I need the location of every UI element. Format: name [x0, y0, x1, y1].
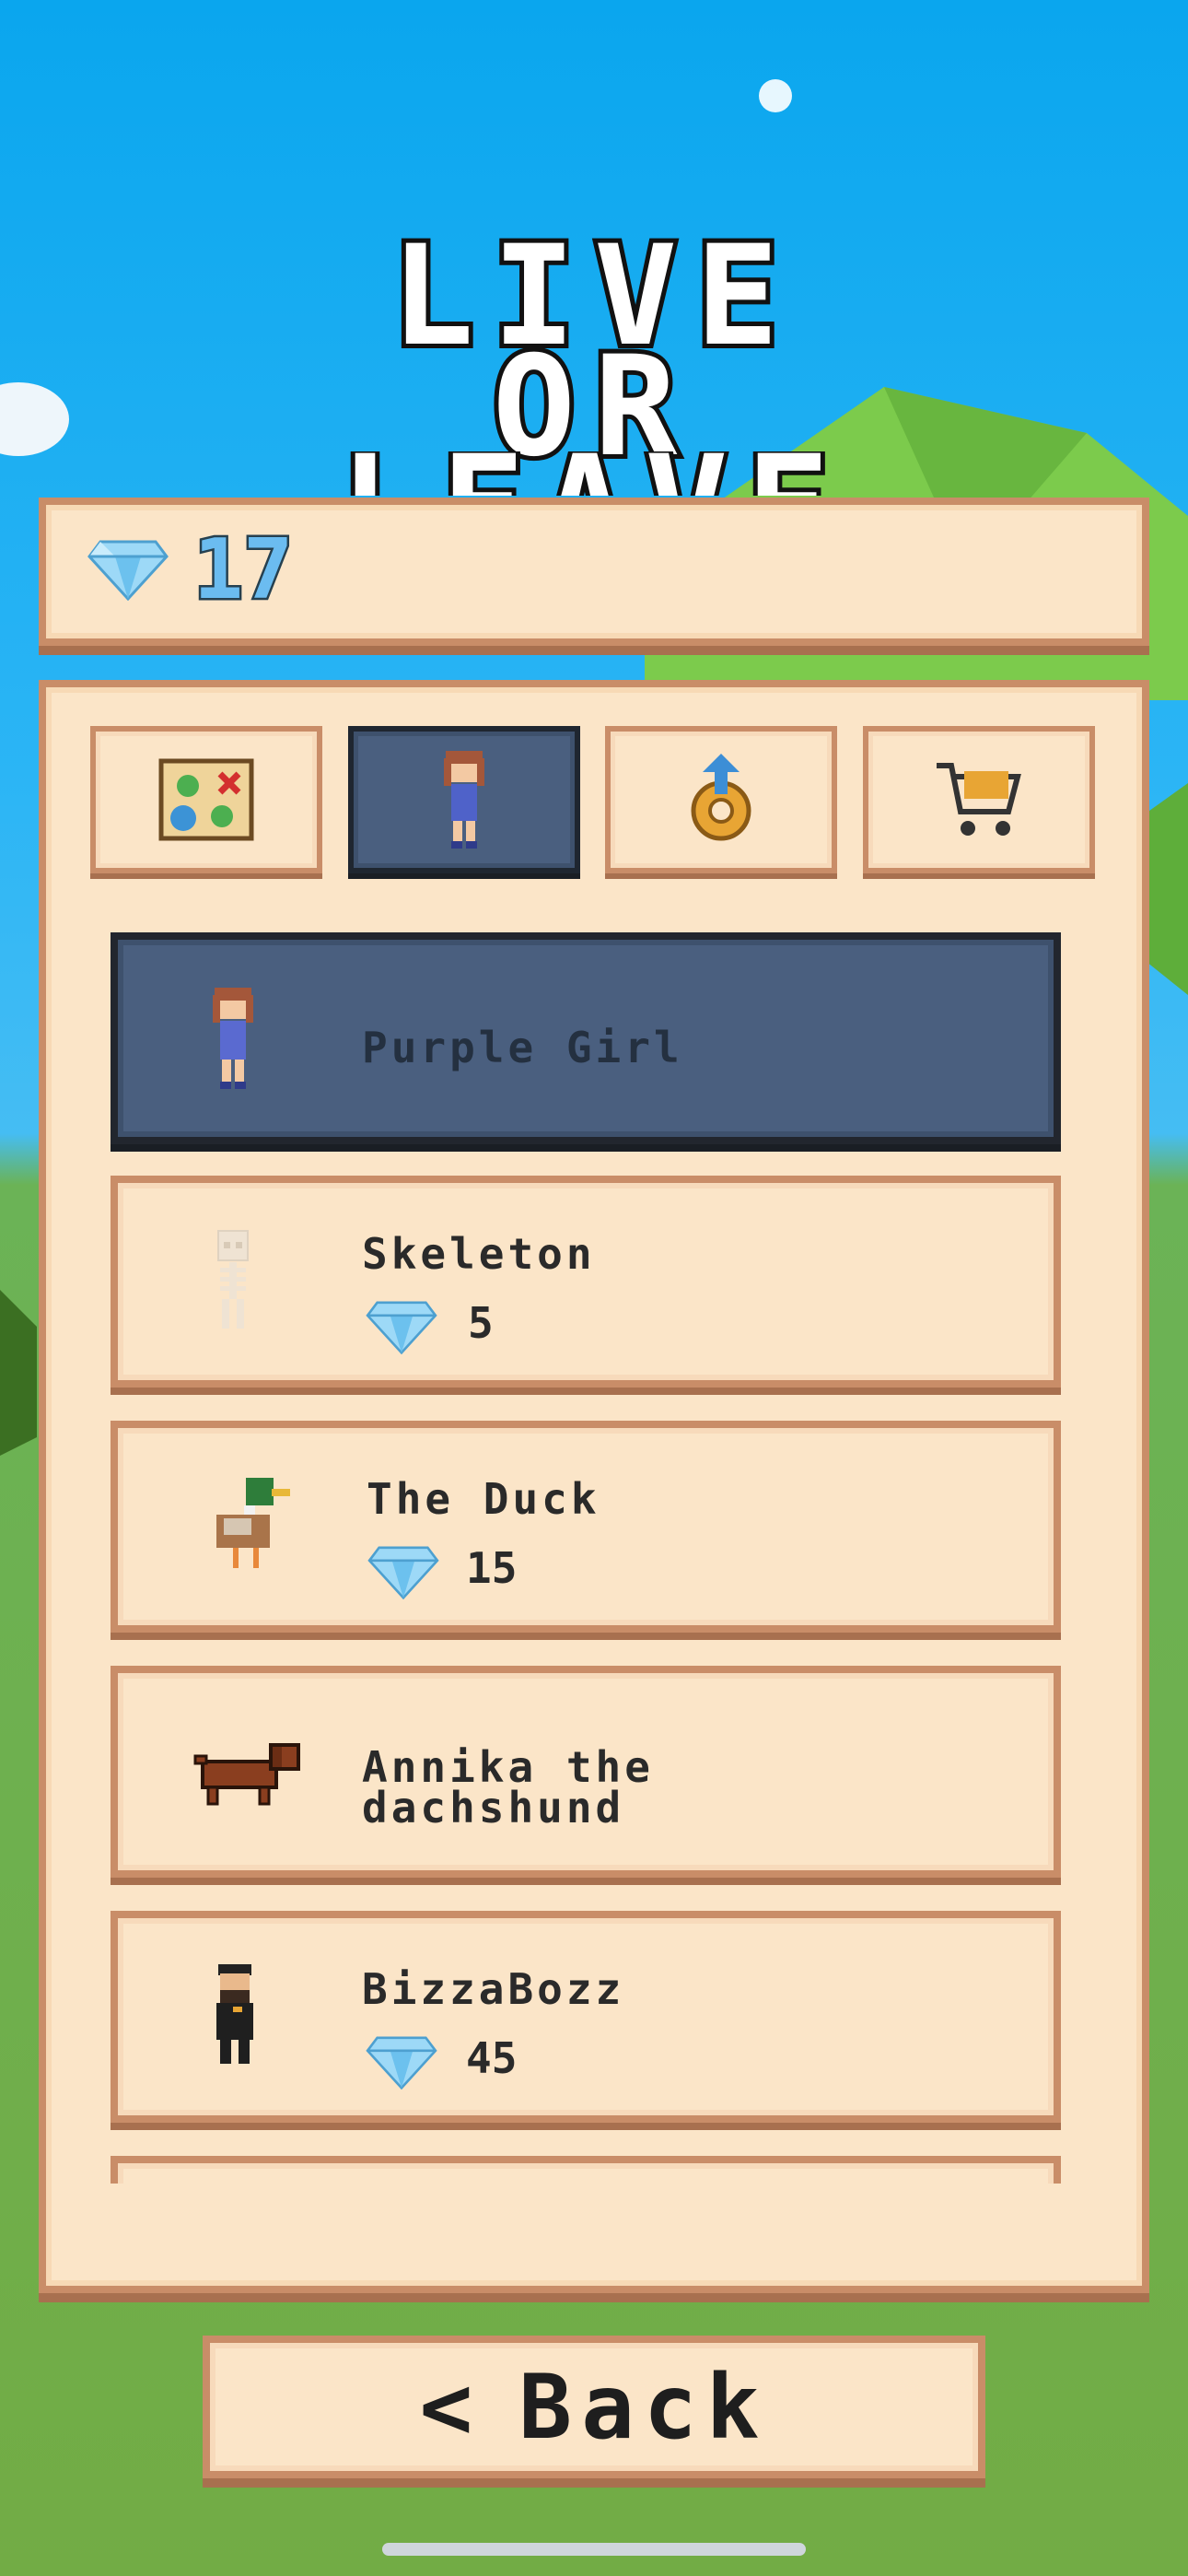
tab-shop[interactable] [863, 726, 1095, 873]
character-name: BizzaBozz [362, 1964, 625, 2014]
dachshund-avatar [193, 1743, 300, 1806]
character-name: Skeleton [362, 1229, 596, 1279]
tab-map[interactable] [90, 726, 322, 873]
diamond-icon [367, 1546, 439, 1599]
shopping-cart-icon [937, 763, 1021, 836]
character-row-purple-girl[interactable]: Purple Girl [111, 932, 1061, 1144]
diamond-icon [87, 540, 169, 601]
bizzabozz-avatar [216, 1964, 253, 2064]
bush [0, 1290, 37, 1456]
duck-avatar [216, 1478, 290, 1568]
character-row-skeleton[interactable]: Skeleton 5 [111, 1176, 1061, 1388]
game-title-line-3: LEAVE [0, 451, 1188, 496]
character-row-the-duck[interactable]: The Duck 15 [111, 1421, 1061, 1633]
character-price: 15 [466, 1543, 518, 1593]
game-title-line-2: OR [488, 327, 696, 487]
home-indicator[interactable] [382, 2543, 806, 2556]
skeleton-avatar [217, 1230, 249, 1329]
character-name: Purple Girl [362, 1023, 683, 1072]
treasure-map-icon [158, 758, 254, 841]
title-clip: LEAVE [0, 451, 1188, 496]
character-row-bizzabozz[interactable]: BizzaBozz 45 [111, 1911, 1061, 2123]
purple-girl-avatar [213, 988, 253, 1089]
character-name: Annika the dachshund [362, 1742, 654, 1832]
tab-upgrades[interactable] [605, 726, 837, 873]
character-name: The Duck [367, 1474, 600, 1524]
chevron-left-icon: < [419, 2355, 483, 2459]
diamond-icon [366, 2036, 437, 2090]
character-price: 45 [466, 2033, 518, 2083]
tab-characters[interactable] [348, 726, 580, 873]
character-price: 5 [468, 1298, 494, 1348]
sun [759, 79, 792, 112]
diamond-icon [366, 1301, 437, 1354]
character-row-next[interactable] [111, 2156, 1061, 2184]
gem-wallet-bar: 17 [39, 498, 1149, 646]
list-clip [111, 2156, 1061, 2184]
back-button[interactable]: < Back [203, 2336, 985, 2478]
character-row-dachshund[interactable]: Annika the dachshund [111, 1666, 1061, 1878]
back-button-label: Back [518, 2355, 769, 2459]
gear-upgrade-icon [691, 754, 751, 841]
character-icon [444, 751, 484, 849]
gem-count: 17 [191, 520, 295, 621]
